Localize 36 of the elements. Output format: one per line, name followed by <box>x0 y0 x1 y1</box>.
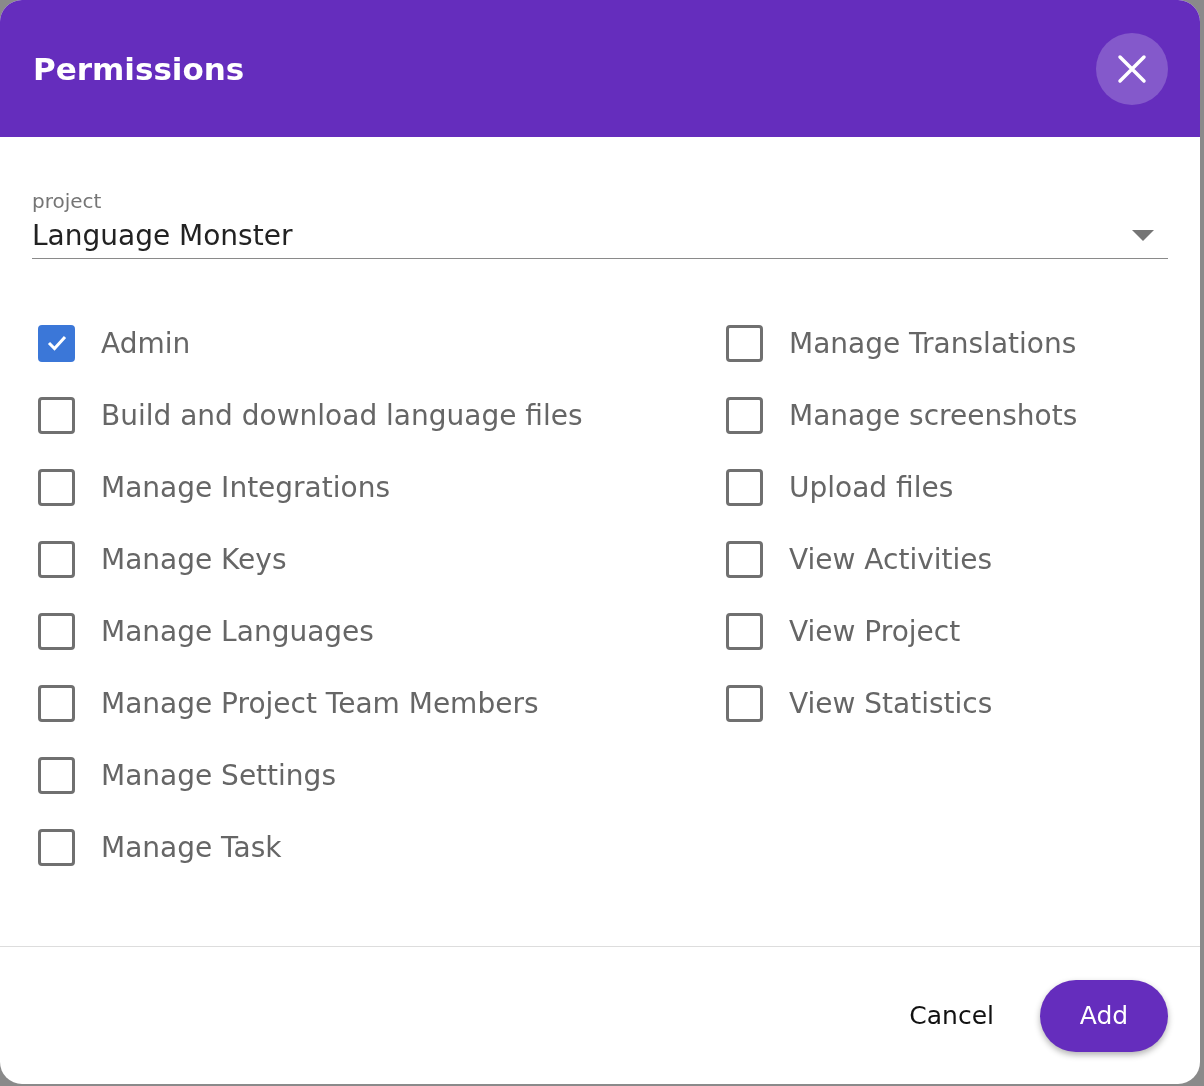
project-select[interactable]: project Language Monster <box>32 189 1168 259</box>
checkbox[interactable] <box>38 468 75 506</box>
field-value: Language Monster <box>32 219 293 252</box>
add-button[interactable]: Add <box>1040 979 1168 1052</box>
checkbox[interactable] <box>726 540 763 578</box>
checkbox-label: Manage Translations <box>789 326 1077 360</box>
field-label: project <box>32 189 103 213</box>
checkbox-label: Build and download language files <box>101 398 583 432</box>
checkbox-label: Admin <box>101 326 191 360</box>
checkbox-label: Manage Project Team Members <box>101 686 539 720</box>
close-icon <box>1117 53 1147 84</box>
checkbox-label: Manage Languages <box>101 614 374 648</box>
checkbox[interactable] <box>38 828 75 866</box>
checkbox[interactable] <box>38 396 75 434</box>
checkbox[interactable] <box>726 324 763 362</box>
checkbox[interactable] <box>726 684 763 722</box>
checkbox[interactable] <box>726 612 763 650</box>
checkbox-label: Manage screenshots <box>789 398 1078 432</box>
checkbox-label: Manage Integrations <box>101 470 390 504</box>
dropdown-caret-icon <box>1132 229 1154 242</box>
checkbox-label: View Statistics <box>789 686 993 720</box>
cancel-button[interactable]: Cancel <box>903 993 1000 1038</box>
checkbox[interactable] <box>726 396 763 434</box>
checkbox[interactable] <box>38 612 75 650</box>
dialog-title: Permissions <box>33 50 245 87</box>
checkbox-label: Upload files <box>789 470 954 504</box>
checkbox[interactable] <box>38 756 75 794</box>
checkbox-label: Manage Task <box>101 830 282 864</box>
checkbox-label: Manage Keys <box>101 542 287 576</box>
checkbox[interactable] <box>38 540 75 578</box>
checkbox-label: Manage Settings <box>101 758 336 792</box>
checkbox-label: View Project <box>789 614 961 648</box>
checkbox[interactable] <box>726 468 763 506</box>
checkbox-label: View Activities <box>789 542 993 576</box>
checkbox[interactable] <box>38 684 75 722</box>
checkbox[interactable] <box>38 324 75 362</box>
